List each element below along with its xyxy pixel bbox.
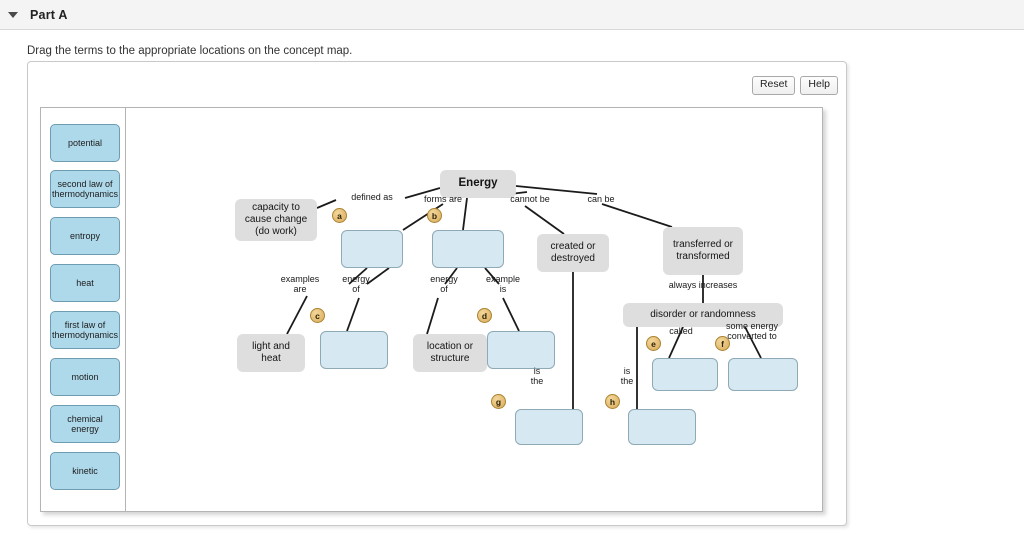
link-label: is the <box>620 366 634 387</box>
drop-target-e[interactable] <box>652 358 718 391</box>
drop-target-a[interactable] <box>341 230 403 268</box>
marker-f: f <box>715 336 730 351</box>
instruction-text: Drag the terms to the appropriate locati… <box>27 45 353 57</box>
drop-target-f[interactable] <box>728 358 798 391</box>
link-label: called <box>669 326 693 336</box>
link-label: can be <box>587 194 615 204</box>
drop-target-g[interactable] <box>515 409 583 445</box>
marker-b: b <box>427 208 442 223</box>
marker-e: e <box>646 336 661 351</box>
link-label: forms are <box>423 194 462 204</box>
concept-node-created: created or destroyed <box>537 234 609 272</box>
toolbar: Reset Help <box>751 76 838 95</box>
term-chip-potential[interactable]: potential <box>50 124 120 162</box>
concept-node-light-heat: light and heat <box>237 334 305 372</box>
marker-c: c <box>310 308 325 323</box>
term-chip-motion[interactable]: motion <box>50 358 120 396</box>
term-chip-kinetic[interactable]: kinetic <box>50 452 120 490</box>
link-label: defined as <box>351 192 393 202</box>
concept-node-transferred: transferred or transformed <box>663 227 743 275</box>
marker-a: a <box>332 208 347 223</box>
link-label: is the <box>530 366 544 387</box>
link-label: energy of <box>430 274 458 295</box>
reset-button[interactable]: Reset <box>751 76 796 95</box>
marker-h: h <box>605 394 620 409</box>
activity-panel: Reset Help potential second law of thermo… <box>27 61 847 526</box>
drop-target-h[interactable] <box>628 409 696 445</box>
concept-map-frame: potential second law of thermodynamics ent… <box>40 107 823 512</box>
link-label: energy of <box>342 274 370 295</box>
term-chip-first-law-of-thermodynamics[interactable]: first law of thermodynamics <box>50 311 120 349</box>
concept-node-location: location or structure <box>413 334 487 372</box>
drop-target-b[interactable] <box>432 230 504 268</box>
concept-map-canvas[interactable]: Energy capacity to cause change (do work)… <box>127 108 822 511</box>
link-label: always increases <box>668 280 738 290</box>
term-tray: potential second law of thermodynamics ent… <box>41 108 126 511</box>
term-chip-second-law-of-thermodynamics[interactable]: second law of thermodynamics <box>50 170 120 208</box>
page-title: Part A <box>30 7 68 22</box>
link-label: examples are <box>280 274 320 295</box>
marker-d: d <box>477 308 492 323</box>
term-chip-heat[interactable]: heat <box>50 264 120 302</box>
link-label: cannot be <box>510 194 550 204</box>
term-chip-entropy[interactable]: entropy <box>50 217 120 255</box>
triangle-down-icon[interactable] <box>8 11 18 18</box>
marker-g: g <box>491 394 506 409</box>
drop-target-d[interactable] <box>487 331 555 369</box>
concept-node-capacity: capacity to cause change (do work) <box>235 199 317 241</box>
help-button[interactable]: Help <box>800 76 838 95</box>
term-chip-chemical-energy[interactable]: chemical energy <box>50 405 120 443</box>
part-header: Part A <box>0 0 1024 30</box>
link-label: example is <box>485 274 521 295</box>
drop-target-c[interactable] <box>320 331 388 369</box>
